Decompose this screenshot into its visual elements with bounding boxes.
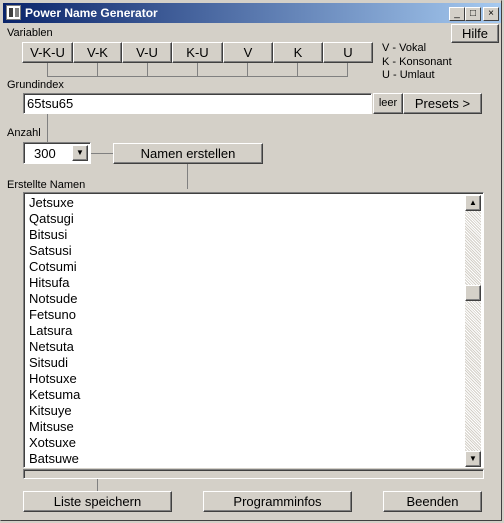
list-item[interactable]: Bitsusi — [29, 227, 80, 243]
scroll-thumb[interactable] — [465, 285, 481, 301]
variable-button-ku[interactable]: K-U — [172, 42, 223, 63]
grundindex-input[interactable]: 65tsu65 — [23, 93, 372, 114]
variable-button-vu[interactable]: V-U — [122, 42, 172, 63]
list-item[interactable]: Hitsufa — [29, 275, 80, 291]
list-item[interactable]: Xotsuxe — [29, 435, 80, 451]
close-icon[interactable]: × — [483, 7, 499, 21]
scroll-up-icon[interactable]: ▲ — [465, 195, 481, 211]
anzahl-label: Anzahl — [7, 127, 41, 139]
list-item[interactable]: Kitsuye — [29, 403, 80, 419]
names-list-items: Jetsuxe Qatsugi Bitsusi Satsusi Cotsumi … — [29, 195, 80, 467]
legend-vokal: V - Vokal — [382, 42, 427, 54]
save-list-button[interactable]: Liste speichern — [23, 491, 172, 512]
list-item[interactable]: Batsuwe — [29, 451, 80, 467]
legend-konsonant: K - Konsonant — [382, 56, 452, 68]
names-scrollbar[interactable]: ▲ ▼ — [465, 195, 481, 467]
names-label: Erstellte Namen — [7, 179, 86, 191]
connector-line — [47, 114, 48, 142]
list-item[interactable]: Ketsuma — [29, 387, 80, 403]
list-item[interactable]: Notsude — [29, 291, 80, 307]
anzahl-value: 300 — [34, 146, 56, 161]
connector-line — [187, 164, 188, 189]
presets-button[interactable]: Presets > — [403, 93, 482, 114]
app-icon[interactable] — [6, 5, 21, 20]
list-item[interactable]: Cotsumi — [29, 259, 80, 275]
connector-line — [347, 63, 348, 77]
variable-button-u[interactable]: U — [323, 42, 373, 63]
connector-line — [147, 63, 148, 77]
scroll-down-icon[interactable]: ▼ — [465, 451, 481, 467]
list-item[interactable]: Qatsugi — [29, 211, 80, 227]
anzahl-select[interactable]: 300 ▼ — [23, 142, 91, 164]
grundindex-label: Grundindex — [7, 79, 64, 91]
create-names-button[interactable]: Namen erstellen — [113, 143, 263, 164]
exit-button[interactable]: Beenden — [383, 491, 482, 512]
connector-line — [247, 63, 248, 77]
variables-label: Variablen — [7, 27, 53, 39]
help-button[interactable]: Hilfe — [451, 24, 499, 43]
variable-button-v[interactable]: V — [223, 42, 273, 63]
list-item[interactable]: Satsusi — [29, 243, 80, 259]
grundindex-value: 65tsu65 — [27, 96, 74, 111]
title-bar[interactable]: Power Name Generator _ □ × — [3, 3, 501, 23]
chevron-down-icon[interactable]: ▼ — [72, 145, 88, 161]
connector-line — [297, 63, 298, 77]
list-item[interactable]: Mitsuse — [29, 419, 80, 435]
clear-button[interactable]: leer — [373, 93, 403, 114]
connector-line — [47, 63, 48, 77]
variable-button-vk[interactable]: V-K — [73, 42, 122, 63]
variable-button-k[interactable]: K — [273, 42, 323, 63]
connector-line — [91, 153, 113, 154]
list-item[interactable]: Latsura — [29, 323, 80, 339]
minimize-icon[interactable]: _ — [449, 7, 465, 21]
connector-line — [47, 76, 348, 77]
connector-line — [97, 479, 98, 491]
list-item[interactable]: Hotsuxe — [29, 371, 80, 387]
connector-line — [197, 63, 198, 77]
program-info-button[interactable]: Programminfos — [203, 491, 352, 512]
connector-line — [97, 63, 98, 77]
variable-button-vku[interactable]: V-K-U — [22, 42, 73, 63]
names-list[interactable]: Jetsuxe Qatsugi Bitsusi Satsusi Cotsumi … — [23, 192, 484, 468]
window-title: Power Name Generator — [25, 6, 158, 20]
list-item[interactable]: Jetsuxe — [29, 195, 80, 211]
list-item[interactable]: Fetsuno — [29, 307, 80, 323]
legend-umlaut: U - Umlaut — [382, 69, 435, 81]
main-window: Power Name Generator _ □ × Variablen Hil… — [0, 0, 502, 521]
list-item[interactable]: Sitsudi — [29, 355, 80, 371]
maximize-icon[interactable]: □ — [465, 7, 481, 21]
horizontal-scrollbar[interactable] — [23, 469, 484, 479]
list-item[interactable]: Netsuta — [29, 339, 80, 355]
